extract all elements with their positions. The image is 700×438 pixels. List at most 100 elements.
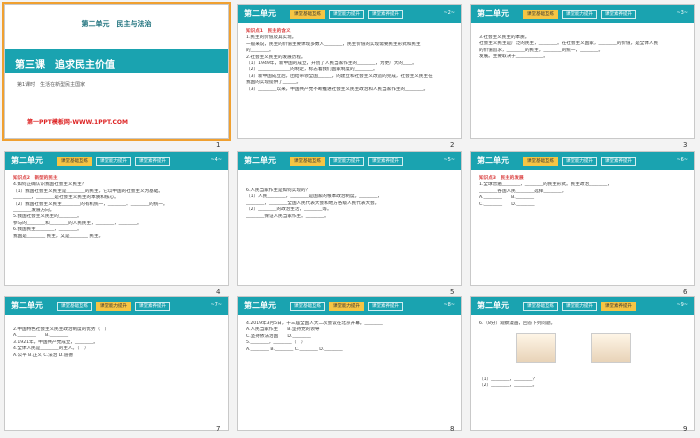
slide-thumbnail-9[interactable]: 第二单元 课堂基础互练 课堂能力提升 课堂素养提升 ~9~ 6.（8分）观察漫画… bbox=[470, 296, 695, 431]
tab-ability[interactable]: 课堂能力提升 bbox=[96, 157, 131, 166]
slide-body: 3.社会主义民主的本质。 社会主义民主是广泛的民主，________。在社会主义… bbox=[479, 35, 686, 61]
slide-number-9: 9 bbox=[683, 425, 688, 433]
unit-label: 第二单元 bbox=[244, 9, 276, 18]
tab-ability[interactable]: 课堂能力提升 bbox=[562, 157, 597, 166]
page-indicator: ~2~ bbox=[443, 10, 455, 16]
tab-strip: 课堂基础互练 课堂能力提升 课堂素养提升 bbox=[57, 157, 170, 166]
page-indicator: ~3~ bbox=[676, 10, 688, 16]
tab-literacy[interactable]: 课堂素养提升 bbox=[601, 157, 636, 166]
tab-basic[interactable]: 课堂基础互练 bbox=[290, 157, 325, 166]
slide-thumbnail-4[interactable]: 第二单元 课堂基础互练 课堂能力提升 课堂素养提升 ~4~ 知识点2 新型的民主… bbox=[4, 151, 229, 286]
section-subtitle: 第1课时 生活在新型民主国家 bbox=[17, 82, 86, 88]
tab-ability[interactable]: 课堂能力提升 bbox=[562, 302, 597, 311]
unit-label: 第二单元 bbox=[244, 156, 276, 165]
tab-strip: 课堂基础互练 课堂能力提升 课堂素养提升 bbox=[290, 157, 403, 166]
text-line: 我国是________ 民主，又是________ 民主。 bbox=[13, 233, 104, 239]
unit-label: 第二单元 bbox=[11, 301, 43, 310]
tab-basic[interactable]: 课堂基础互练 bbox=[57, 157, 92, 166]
slide-body: 6.（8分）观察漫画，回答下列问题。 bbox=[479, 321, 686, 327]
tab-literacy[interactable]: 课堂素养提升 bbox=[368, 157, 403, 166]
text-line: C.________ D.________ bbox=[479, 201, 535, 207]
tab-literacy[interactable]: 课堂素养提升 bbox=[601, 302, 636, 311]
tab-literacy[interactable]: 课堂素养提升 bbox=[135, 302, 170, 311]
slide-body: 知识点1 民主的含义 1.民主的价值及其实现。 一般来说，民主的价值主要体现多数… bbox=[246, 29, 453, 93]
text-line: 社会主义民主是广泛的民主，________。在社会主义国家，________的价… bbox=[479, 41, 659, 47]
text-line: （3）________以来，中国共产党不断推进社会主义民主政治和人民当家作主的_… bbox=[246, 86, 429, 92]
tab-basic[interactable]: 课堂基础互练 bbox=[523, 302, 558, 311]
slide-body: 2.中国特色社会主义民主政治制度的优势（ ） A.________ B.____… bbox=[13, 327, 220, 359]
slide-number-7: 7 bbox=[216, 425, 221, 433]
page-indicator: ~9~ bbox=[676, 302, 688, 308]
slide-header: 第二单元 课堂基础互练 课堂能力提升 课堂素养提升 ~5~ bbox=[238, 152, 461, 170]
site-credit: 第一PPT模板网-WWW.1PPT.COM bbox=[27, 119, 128, 126]
unit-label: 第二单元 bbox=[477, 156, 509, 165]
tab-literacy[interactable]: 课堂素养提升 bbox=[368, 302, 403, 311]
unit-label: 第二单元 bbox=[477, 301, 509, 310]
tab-literacy[interactable]: 课堂素养提升 bbox=[601, 10, 636, 19]
slide-thumbnail-1[interactable]: 第二单元 民主与法治 第三课 追求民主价值 第1课时 生活在新型民主国家 第一P… bbox=[2, 2, 231, 141]
cartoon-image-right bbox=[591, 333, 631, 363]
tab-strip: 课堂基础互练 课堂能力提升 课堂素养提升 bbox=[290, 302, 403, 311]
tab-basic[interactable]: 课堂基础互练 bbox=[290, 302, 325, 311]
tab-basic[interactable]: 课堂基础互练 bbox=[523, 10, 558, 19]
slide-body: 6.人民当家作主是如何实现的？ （1）人民________，________是国… bbox=[246, 188, 453, 220]
slide-number-6: 6 bbox=[683, 288, 688, 296]
tab-strip: 课堂基础互练 课堂能力提升 课堂素养提升 bbox=[523, 157, 636, 166]
page-indicator: ~7~ bbox=[210, 302, 222, 308]
slide-number-1: 1 bbox=[216, 141, 221, 149]
tab-strip: 课堂基础互练 课堂能力提升 课堂素养提升 bbox=[290, 10, 403, 19]
text-line: （2）________，________。 bbox=[479, 383, 538, 389]
tab-basic[interactable]: 课堂基础互练 bbox=[523, 157, 558, 166]
text-line: 发展。主要取决于____________。 bbox=[479, 54, 548, 60]
slide-number-8: 8 bbox=[450, 425, 455, 433]
unit-label: 第二单元 bbox=[244, 301, 276, 310]
slide-number-3: 3 bbox=[683, 141, 688, 149]
unit-label: 第二单元 bbox=[477, 9, 509, 18]
tab-strip: 课堂基础互练 课堂能力提升 课堂素养提升 bbox=[57, 302, 170, 311]
text-line: A.公平 B.正义 C.法治 D.道德 bbox=[13, 352, 73, 358]
lesson-title: 第三课 追求民主价值 bbox=[15, 60, 115, 71]
slide-body-questions: （1）________，________？ （2）________，______… bbox=[479, 377, 686, 390]
tab-ability[interactable]: 课堂能力提升 bbox=[562, 10, 597, 19]
page-indicator: ~4~ bbox=[210, 157, 222, 163]
slide-number-5: 5 bbox=[450, 288, 455, 296]
tab-ability[interactable]: 课堂能力提升 bbox=[96, 302, 131, 311]
cartoon-image-left bbox=[516, 333, 556, 363]
slide-number-4: 4 bbox=[216, 288, 221, 296]
text-line: ________保证人民当家作主。________。 bbox=[246, 213, 329, 219]
slide-number-2: 2 bbox=[450, 141, 455, 149]
page-indicator: ~6~ bbox=[676, 157, 688, 163]
slide-header: 第二单元 课堂基础互练 课堂能力提升 课堂素养提升 ~6~ bbox=[471, 152, 694, 170]
title-band: 第三课 追求民主价值 bbox=[5, 49, 228, 73]
tab-ability[interactable]: 课堂能力提升 bbox=[329, 10, 364, 19]
slide-header: 第二单元 课堂基础互练 课堂能力提升 课堂素养提升 ~8~ bbox=[238, 297, 461, 315]
text-line: 6.（8分）观察漫画，回答下列问题。 bbox=[479, 321, 556, 326]
page-indicator: ~5~ bbox=[443, 157, 455, 163]
slide-thumbnail-3[interactable]: 第二单元 课堂基础互练 课堂能力提升 课堂素养提升 ~3~ 3.社会主义民主的本… bbox=[470, 4, 695, 139]
unit-name: 第二单元 民主与法治 bbox=[81, 20, 152, 28]
slide-thumbnail-7[interactable]: 第二单元 课堂基础互练 课堂能力提升 课堂素养提升 ~7~ 2.中国特色社会主义… bbox=[4, 296, 229, 431]
slide-body: 知识点3 民主的发展 1.全球普遍________，________的民主形式。… bbox=[479, 176, 686, 208]
slide-thumbnail-5[interactable]: 第二单元 课堂基础互练 课堂能力提升 课堂素养提升 ~5~ 6.人民当家作主是如… bbox=[237, 151, 462, 286]
unit-label: 第二单元 bbox=[11, 156, 43, 165]
slide-header: 第二单元 课堂基础互练 课堂能力提升 课堂素养提升 ~9~ bbox=[471, 297, 694, 315]
slide-header: 第二单元 课堂基础互练 课堂能力提升 课堂素养提升 ~3~ bbox=[471, 5, 694, 23]
slide-thumbnail-6[interactable]: 第二单元 课堂基础互练 课堂能力提升 课堂素养提升 ~6~ 知识点3 民主的发展… bbox=[470, 151, 695, 286]
tab-strip: 课堂基础互练 课堂能力提升 课堂素养提升 bbox=[523, 302, 636, 311]
slide-header: 第二单元 课堂基础互练 课堂能力提升 课堂素养提升 ~7~ bbox=[5, 297, 228, 315]
tab-basic[interactable]: 课堂基础互练 bbox=[57, 302, 92, 311]
slide-thumbnail-2[interactable]: 第二单元 课堂基础互练 课堂能力提升 课堂素养提升 ~2~ 知识点1 民主的含义… bbox=[237, 4, 462, 139]
slide-header: 第二单元 课堂基础互练 课堂能力提升 课堂素养提升 ~4~ bbox=[5, 152, 228, 170]
tab-strip: 课堂基础互练 课堂能力提升 课堂素养提升 bbox=[523, 10, 636, 19]
page-indicator: ~8~ bbox=[443, 302, 455, 308]
tab-literacy[interactable]: 课堂素养提升 bbox=[368, 10, 403, 19]
slide-body: 4.2019年3月5日，十三届全国人大二次会议在北京开幕。________ A.… bbox=[246, 321, 453, 353]
slide-header: 第二单元 课堂基础互练 课堂能力提升 课堂素养提升 ~2~ bbox=[238, 5, 461, 23]
tab-ability[interactable]: 课堂能力提升 bbox=[329, 302, 364, 311]
tab-ability[interactable]: 课堂能力提升 bbox=[329, 157, 364, 166]
text-line: A.________ B.________ C.________ D._____… bbox=[246, 346, 343, 352]
slide-body: 知识点2 新型的民主 4.如何正确认识我国社会主义民主？ （1）我国社会主义民主… bbox=[13, 176, 220, 240]
slide-thumbnail-8[interactable]: 第二单元 课堂基础互练 课堂能力提升 课堂素养提升 ~8~ 4.2019年3月5… bbox=[237, 296, 462, 431]
tab-literacy[interactable]: 课堂素养提升 bbox=[135, 157, 170, 166]
tab-basic[interactable]: 课堂基础互练 bbox=[290, 10, 325, 19]
